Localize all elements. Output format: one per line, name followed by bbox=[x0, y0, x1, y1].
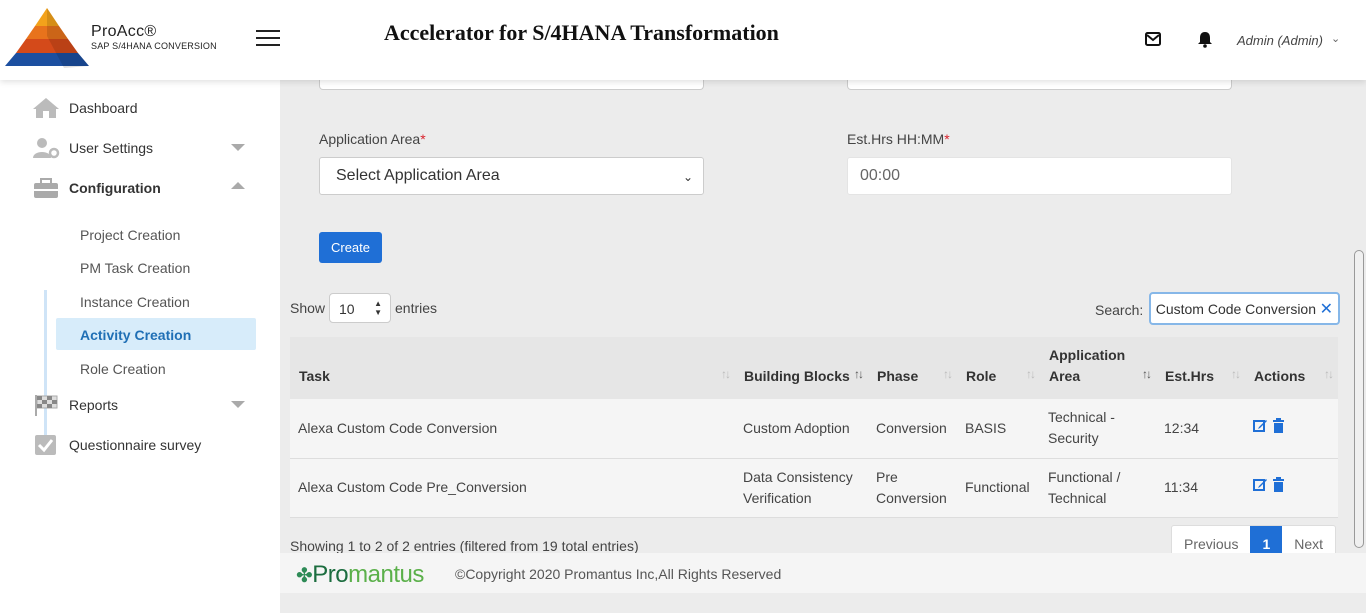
updown-icon: ▲ ▼ bbox=[374, 299, 382, 317]
page-length-select[interactable]: 10 ▲ ▼ bbox=[329, 293, 391, 323]
delete-icon[interactable] bbox=[1272, 417, 1285, 433]
est-hrs-input[interactable]: 00:00 bbox=[847, 157, 1232, 195]
cell-building-blocks: Custom Adoption bbox=[743, 419, 850, 436]
application-area-label: Application Area* bbox=[319, 131, 426, 147]
table-row: Alexa Custom Code Conversion Custom Adop… bbox=[290, 399, 1338, 458]
promantus-logo: ✤Promantus bbox=[296, 561, 424, 588]
sidebar: Dashboard User Settings Configuration Pr… bbox=[0, 80, 280, 613]
proacc-logo bbox=[5, 8, 89, 68]
sort-icon: ↑↓ bbox=[943, 367, 953, 381]
copyright-text: ©Copyright 2020 Promantus Inc,All Rights… bbox=[455, 566, 782, 582]
sidebar-item-questionnaire[interactable]: Questionnaire survey bbox=[0, 427, 280, 463]
edit-icon[interactable] bbox=[1253, 477, 1268, 492]
sidebar-item-reports[interactable]: Reports bbox=[0, 387, 280, 423]
page-scrollbar[interactable] bbox=[1354, 250, 1364, 548]
menu-toggle-icon[interactable] bbox=[256, 30, 280, 48]
search-value: Custom Code Conversion bbox=[1155, 301, 1316, 317]
sidebar-item-configuration[interactable]: Configuration bbox=[0, 170, 280, 206]
mail-icon[interactable] bbox=[1144, 30, 1162, 48]
sidebar-item-label: Configuration bbox=[69, 180, 161, 196]
cell-actions bbox=[1245, 458, 1338, 517]
user-settings-icon bbox=[33, 138, 60, 159]
cell-role: Functional bbox=[965, 479, 1030, 495]
cell-building-blocks: Data Consistency Verification bbox=[743, 468, 853, 506]
search-input[interactable]: Custom Code Conversion ✕ bbox=[1149, 292, 1340, 325]
column-header-application-area[interactable]: Application Area ↑↓ bbox=[1040, 337, 1156, 399]
cell-task: Alexa Custom Code Pre_Conversion bbox=[298, 479, 527, 495]
caret-down-icon bbox=[231, 401, 245, 408]
home-icon bbox=[33, 98, 59, 118]
delete-icon[interactable] bbox=[1272, 477, 1285, 492]
est-hrs-label: Est.Hrs HH:MM* bbox=[847, 131, 950, 147]
sort-icon: ↑↓ bbox=[1324, 367, 1334, 381]
cell-role: BASIS bbox=[965, 419, 1007, 436]
sidebar-item-label: Reports bbox=[69, 397, 119, 413]
sidebar-subitem-role-creation[interactable]: Role Creation bbox=[56, 352, 256, 384]
column-header-phase[interactable]: Phase ↑↓ bbox=[868, 337, 957, 399]
cell-phase: Pre Conversion bbox=[876, 468, 947, 506]
cell-est-hrs: 12:34 bbox=[1164, 419, 1200, 436]
user-menu[interactable]: Admin (Admin) bbox=[1237, 33, 1323, 48]
cell-application-area: Technical - Security bbox=[1048, 409, 1115, 447]
sort-icon: ↑↓ bbox=[721, 367, 731, 381]
sort-icon: ↑↓ bbox=[854, 367, 864, 381]
cell-phase: Conversion bbox=[876, 419, 947, 436]
cell-actions bbox=[1245, 399, 1338, 458]
cell-est-hrs: 11:34 bbox=[1164, 479, 1198, 495]
table-header-row: Task ↑↓ Building Blocks ↑↓ Phase ↑↓ Role ↑↓ … bbox=[290, 337, 1338, 399]
sidebar-subitem-instance-creation[interactable]: Instance Creation bbox=[56, 285, 256, 317]
main-content: Application Area* Select Application Are… bbox=[280, 76, 1366, 613]
sort-icon: ↑↓ bbox=[1026, 367, 1036, 381]
caret-up-icon bbox=[231, 182, 245, 189]
footer: ✤Promantus ©Copyright 2020 Promantus Inc… bbox=[280, 553, 1366, 593]
sidebar-subitem-project-creation[interactable]: Project Creation bbox=[56, 218, 256, 250]
activity-table: Task ↑↓ Building Blocks ↑↓ Phase ↑↓ Role ↑↓ … bbox=[290, 337, 1338, 518]
top-header: ProAcc® SAP S/4HANA CONVERSION Accelerat… bbox=[0, 0, 1366, 80]
column-header-task[interactable]: Task ↑↓ bbox=[290, 337, 735, 399]
search-label: Search: bbox=[1095, 302, 1144, 318]
sidebar-item-label: User Settings bbox=[69, 140, 154, 156]
create-button[interactable]: Create bbox=[319, 232, 382, 263]
checkbox-icon bbox=[35, 435, 56, 455]
column-header-est-hrs[interactable]: Est.Hrs ↑↓ bbox=[1156, 337, 1245, 399]
chevron-down-icon: ⌄ bbox=[682, 170, 693, 184]
column-header-role[interactable]: Role ↑↓ bbox=[957, 337, 1040, 399]
cell-application-area: Functional / Technical bbox=[1048, 468, 1121, 506]
application-area-select[interactable]: Select Application Area ⌄ bbox=[319, 157, 704, 195]
cell-task: Alexa Custom Code Conversion bbox=[298, 419, 498, 436]
sidebar-item-label: Questionnaire survey bbox=[69, 437, 202, 453]
briefcase-icon bbox=[34, 178, 58, 198]
column-header-building-blocks[interactable]: Building Blocks ↑↓ bbox=[735, 337, 868, 399]
sidebar-item-dashboard[interactable]: Dashboard bbox=[0, 90, 280, 126]
sidebar-subitem-pm-task-creation[interactable]: PM Task Creation bbox=[56, 251, 256, 283]
page-length-value: 10 bbox=[339, 301, 355, 317]
table-row: Alexa Custom Code Pre_Conversion Data Co… bbox=[290, 458, 1338, 517]
brand-title: ProAcc® bbox=[91, 23, 157, 40]
flag-icon bbox=[35, 395, 58, 416]
sidebar-item-label: Dashboard bbox=[69, 100, 138, 116]
clear-search-icon[interactable]: ✕ bbox=[1320, 299, 1333, 319]
bell-icon[interactable] bbox=[1196, 30, 1214, 48]
caret-down-icon bbox=[231, 144, 245, 151]
sort-icon: ↑↓ bbox=[1142, 367, 1152, 381]
sort-icon: ↑↓ bbox=[1231, 367, 1241, 381]
application-area-value: Select Application Area bbox=[336, 167, 500, 184]
table-info: Showing 1 to 2 of 2 entries (filtered fr… bbox=[290, 538, 639, 554]
chevron-down-icon[interactable]: ⌄ bbox=[1331, 32, 1340, 45]
app-title: Accelerator for S/4HANA Transformation bbox=[384, 20, 779, 45]
column-header-actions[interactable]: Actions ↑↓ bbox=[1245, 337, 1338, 399]
show-label: Show bbox=[290, 300, 326, 316]
sidebar-item-user-settings[interactable]: User Settings bbox=[0, 130, 280, 166]
brand-subtitle: SAP S/4HANA CONVERSION bbox=[91, 41, 217, 51]
entries-label: entries bbox=[395, 300, 438, 316]
edit-icon[interactable] bbox=[1253, 418, 1268, 433]
sidebar-subitem-activity-creation[interactable]: Activity Creation bbox=[56, 318, 256, 350]
